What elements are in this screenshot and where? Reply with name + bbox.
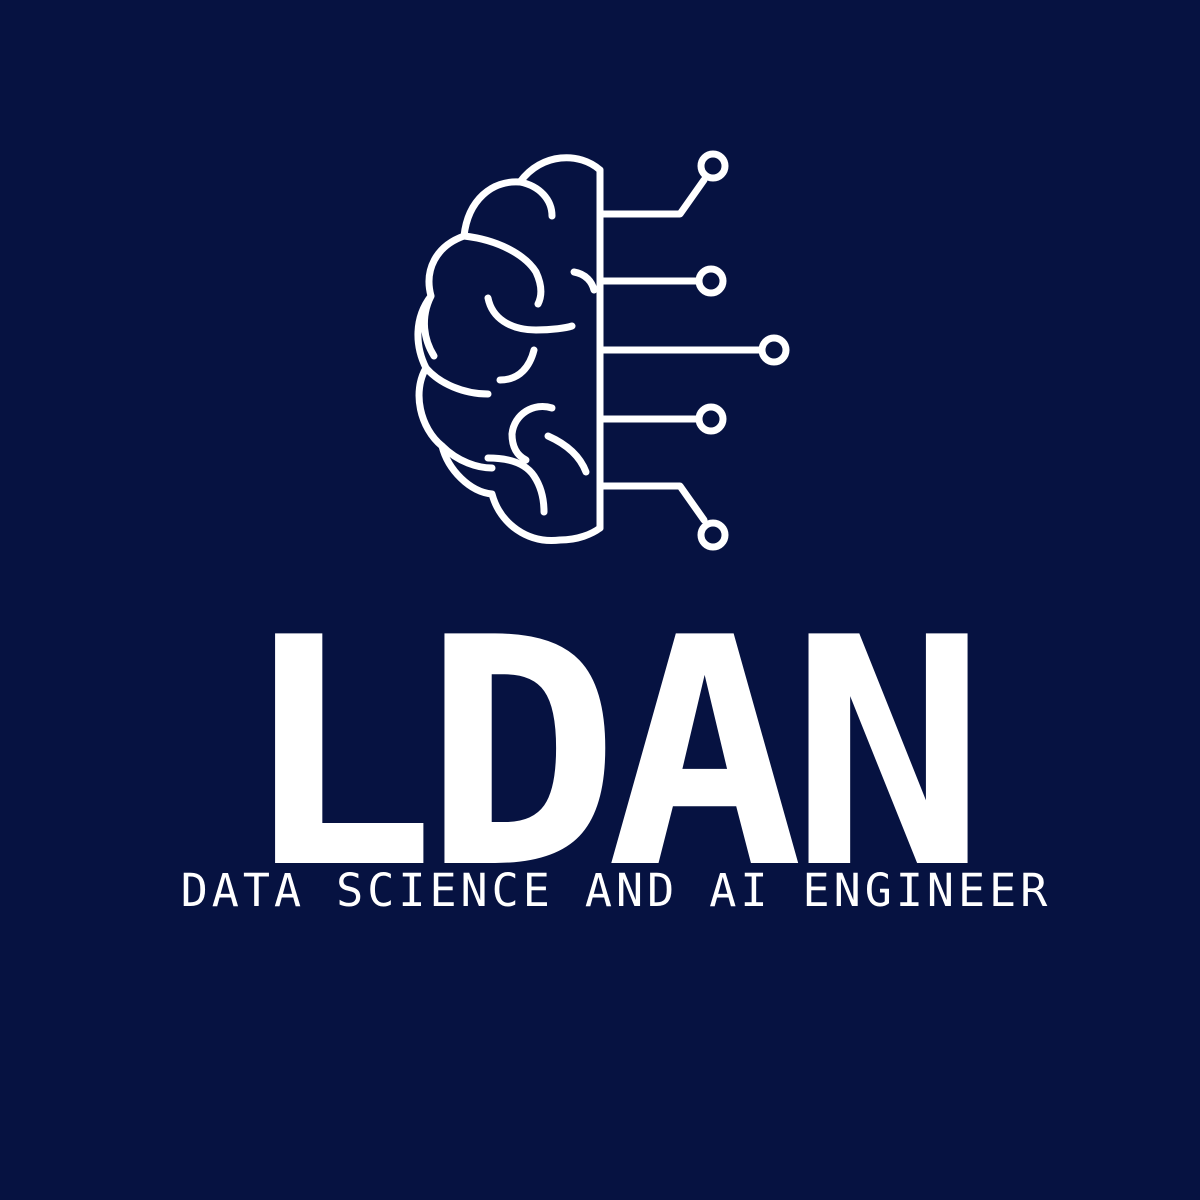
circuit-node <box>758 334 790 366</box>
logo-mark <box>400 140 820 560</box>
circuit-node <box>697 150 729 182</box>
circuit-node <box>697 519 729 551</box>
brain-outline <box>414 154 604 544</box>
brain-circuit-icon <box>414 150 790 551</box>
logo-tagline: DATA SCIENCE AND AI ENGINEER <box>180 864 1052 917</box>
circuit-node <box>695 403 727 435</box>
circuit-lines <box>596 176 764 524</box>
circuit-node <box>695 265 727 297</box>
